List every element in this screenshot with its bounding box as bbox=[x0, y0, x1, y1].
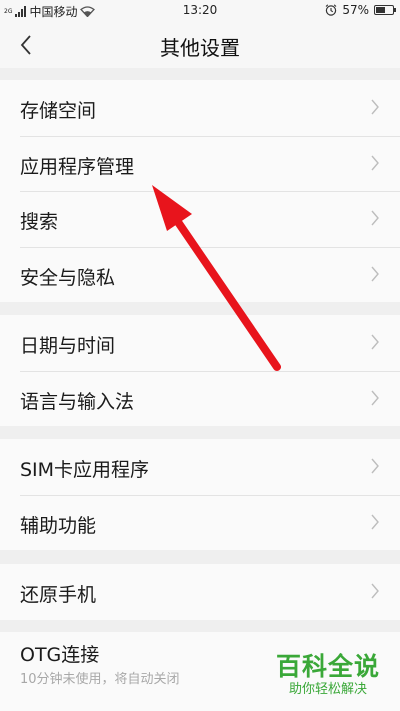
settings-item-search[interactable]: 搜索 bbox=[0, 191, 400, 247]
settings-item-security-privacy[interactable]: 安全与隐私 bbox=[0, 246, 400, 303]
settings-item-date-time[interactable]: 日期与时间 bbox=[0, 315, 400, 371]
settings-group-storage-apps: 存储空间 应用程序管理 搜索 安全与隐私 bbox=[0, 80, 400, 302]
settings-item-label: SIM卡应用程序 bbox=[20, 459, 150, 481]
watermark-subtitle: 助你轻松解决 bbox=[288, 682, 367, 697]
settings-item-label: 还原手机 bbox=[20, 584, 97, 606]
settings-item-label: 辅助功能 bbox=[20, 514, 97, 537]
navigation-bar: 其他设置 bbox=[0, 22, 400, 68]
settings-item-label: 搜索 bbox=[20, 211, 59, 233]
settings-item-app-management[interactable]: 应用程序管理 bbox=[0, 135, 400, 192]
settings-group-date-language: 日期与时间 语言与输入法 bbox=[0, 315, 400, 426]
alarm-icon bbox=[325, 4, 337, 16]
settings-item-label: 应用程序管理 bbox=[20, 155, 135, 178]
settings-item-label: OTG连接 bbox=[20, 644, 100, 666]
settings-item-storage[interactable]: 存储空间 bbox=[0, 80, 400, 136]
settings-item-label: 安全与隐私 bbox=[20, 266, 116, 289]
settings-item-label: 存储空间 bbox=[20, 100, 97, 122]
chevron-right-icon bbox=[371, 155, 379, 170]
chevron-right-icon bbox=[371, 99, 379, 115]
settings-item-sublabel: 10分钟未使用，将自动关闭 bbox=[20, 672, 180, 687]
settings-item-language-input[interactable]: 语言与输入法 bbox=[0, 370, 400, 427]
chevron-right-icon bbox=[371, 583, 379, 599]
chevron-right-icon bbox=[371, 334, 379, 350]
chevron-right-icon bbox=[371, 210, 379, 226]
chevron-right-icon bbox=[371, 390, 379, 405]
chevron-right-icon bbox=[371, 458, 379, 474]
page-title: 其他设置 bbox=[160, 36, 240, 60]
battery-icon bbox=[374, 5, 396, 15]
settings-item-sim-apps[interactable]: SIM卡应用程序 bbox=[0, 439, 400, 495]
settings-item-accessibility[interactable]: 辅助功能 bbox=[0, 494, 400, 551]
chevron-right-icon bbox=[371, 266, 379, 281]
watermark-title: 百科全说 bbox=[275, 652, 380, 681]
battery-percent: 57% bbox=[342, 3, 369, 17]
settings-group-sim-accessibility: SIM卡应用程序 辅助功能 bbox=[0, 439, 400, 550]
battery-level bbox=[376, 7, 386, 13]
settings-item-label: 语言与输入法 bbox=[20, 390, 135, 413]
status-bar: 2G 中国移动 13:20 57% bbox=[0, 0, 400, 22]
settings-group-reset: 还原手机 bbox=[0, 564, 400, 620]
settings-item-label: 日期与时间 bbox=[20, 335, 116, 357]
settings-item-reset-phone[interactable]: 还原手机 bbox=[0, 564, 400, 620]
status-right: 57% bbox=[325, 3, 396, 17]
watermark: 百科全说 助你轻松解决 bbox=[272, 653, 384, 699]
chevron-right-icon bbox=[371, 514, 379, 529]
